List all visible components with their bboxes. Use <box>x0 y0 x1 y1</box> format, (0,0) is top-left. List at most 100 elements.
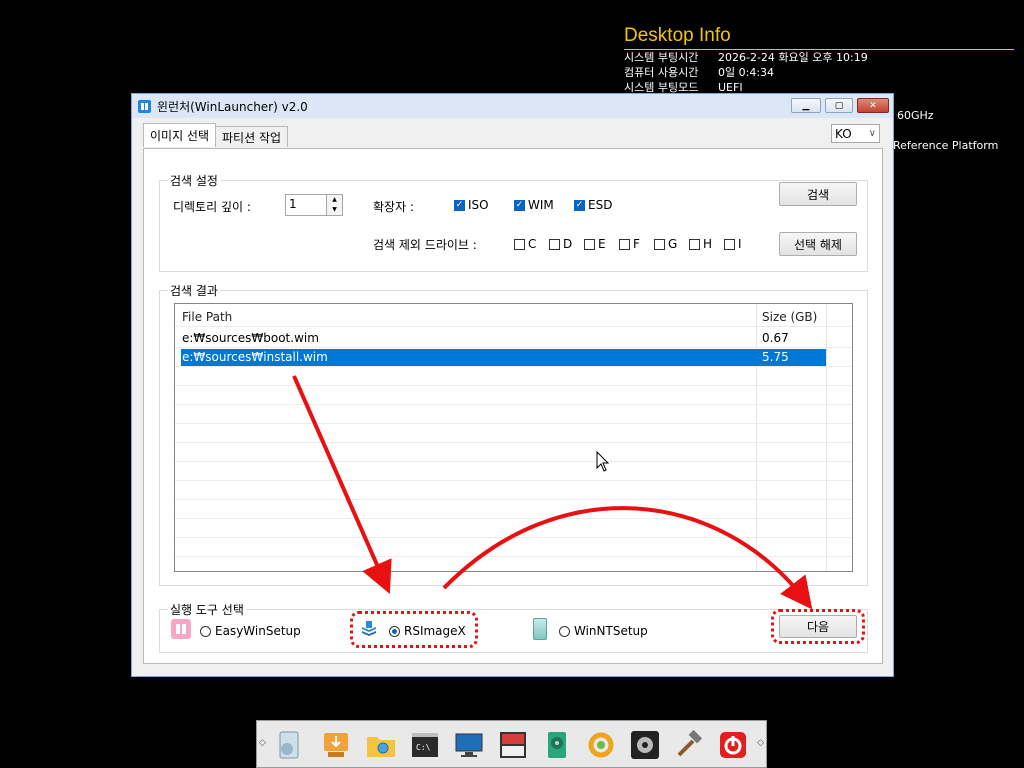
column-header-size[interactable]: Size (GB) <box>762 308 817 326</box>
monitor-icon[interactable] <box>453 729 485 761</box>
empty-row <box>175 481 852 500</box>
table-row-selected[interactable]: e:₩sources₩install.wim 5.75 <box>175 348 852 367</box>
extension-label: 확장자 : <box>373 200 414 214</box>
ext-wim-checkbox[interactable]: ✓ WIM <box>514 198 554 212</box>
checkbox-box <box>549 238 560 250</box>
empty-row <box>175 500 852 519</box>
search-button[interactable]: 검색 <box>779 182 857 206</box>
rsimagex-highlight-ring <box>350 611 478 648</box>
desktop-info-row: 컴퓨터 사용시간 0일 0:4:34 <box>624 65 1014 80</box>
desktop-info-title: Desktop Info <box>624 24 1014 50</box>
sync-icon[interactable] <box>585 729 617 761</box>
desktop-info-platform: Reference Platform <box>893 139 999 152</box>
drive-h-checkbox[interactable]: H <box>689 237 712 251</box>
checkbox-box <box>584 238 595 250</box>
taskbar-right-handle-icon[interactable]: ◇ <box>757 738 764 748</box>
file-size-cell: 0.67 <box>762 331 789 345</box>
tab-image-select[interactable]: 이미지 선택 <box>143 123 217 147</box>
run-tool-title: 실행 도구 선택 <box>168 601 246 618</box>
taskbar-left-handle-icon[interactable]: ◇ <box>259 738 266 748</box>
drive-h-label: H <box>703 237 713 251</box>
ext-esd-checkbox[interactable]: ✓ ESD <box>574 198 612 212</box>
drive-d-label: D <box>563 237 573 251</box>
close-button[interactable]: ✕ <box>857 98 889 113</box>
drive-i-label: I <box>738 237 742 251</box>
desktop-info-row: 시스템 부팅시간 2026-2-24 화요일 오후 10:19 <box>624 50 1014 65</box>
results-listview[interactable]: File Path Size (GB) e:₩sources₩boot.wim … <box>174 303 853 572</box>
checkmark-icon: ✓ <box>574 199 585 211</box>
file-path-cell: e:₩sources₩install.wim <box>182 350 328 364</box>
deselect-button[interactable]: 선택 해제 <box>779 232 857 256</box>
ext-iso-checkbox[interactable]: ✓ ISO <box>454 198 489 212</box>
empty-row <box>175 538 852 557</box>
desktop-info-panel: Desktop Info 시스템 부팅시간 2026-2-24 화요일 오후 1… <box>624 24 1014 95</box>
search-results-title: 검색 결과 <box>168 282 220 299</box>
empty-row <box>175 367 852 386</box>
radio-circle <box>559 625 570 637</box>
settings-gear-icon[interactable] <box>629 729 661 761</box>
svg-text:C:\: C:\ <box>416 743 431 752</box>
search-settings-title: 검색 설정 <box>168 172 220 189</box>
file-size-cell: 5.75 <box>762 350 789 364</box>
checkbox-box <box>724 238 735 250</box>
list-header: File Path Size (GB) <box>175 307 852 327</box>
tab-strip: 이미지 선택 파티션 작업 <box>143 123 289 147</box>
radio-circle <box>200 625 211 637</box>
window-title: 윈런처(WinLauncher) v2.0 <box>157 99 308 114</box>
drive-e-checkbox[interactable]: E <box>584 237 606 251</box>
depth-spinner[interactable]: 1 ▲ ▼ <box>285 194 343 216</box>
table-row[interactable]: e:₩sources₩boot.wim 0.67 <box>175 329 852 348</box>
empty-row <box>175 519 852 538</box>
disk-partition-icon[interactable] <box>497 729 529 761</box>
drive-d-checkbox[interactable]: D <box>549 237 572 251</box>
maximize-button[interactable]: ▢ <box>825 98 853 113</box>
winntsetup-radio[interactable]: WinNTSetup <box>559 624 648 638</box>
ext-iso-label: ISO <box>468 198 489 212</box>
checkbox-box <box>654 238 665 250</box>
drive-g-checkbox[interactable]: G <box>654 237 677 251</box>
power-icon[interactable] <box>717 729 749 761</box>
drive-e-label: E <box>598 237 606 251</box>
minimize-button[interactable]: ▁ <box>791 98 821 113</box>
launcher-taskbar: ◇ ◇ C:\ <box>256 720 767 768</box>
easywinsetup-label: EasyWinSetup <box>215 624 301 638</box>
command-prompt-icon[interactable]: C:\ <box>409 729 441 761</box>
drive-g-label: G <box>668 237 678 251</box>
checkmark-icon: ✓ <box>454 199 465 211</box>
winntsetup-label: WinNTSetup <box>574 624 648 638</box>
empty-row <box>175 443 852 462</box>
empty-row <box>175 386 852 405</box>
easywinsetup-radio[interactable]: EasyWinSetup <box>200 624 301 638</box>
desktop-info-key: 시스템 부팅시간 <box>624 51 699 64</box>
usb-installer-icon[interactable] <box>320 729 352 761</box>
search-settings-group: 검색 설정 <box>159 172 868 272</box>
spin-down-icon[interactable]: ▼ <box>326 205 342 215</box>
column-header-path[interactable]: File Path <box>182 308 232 326</box>
ext-wim-label: WIM <box>528 198 554 212</box>
next-button-highlight-ring <box>771 609 865 644</box>
tab-partition[interactable]: 파티션 작업 <box>215 126 289 147</box>
checkbox-box <box>689 238 700 250</box>
checkbox-box <box>619 238 630 250</box>
title-bar[interactable]: 윈런처(WinLauncher) v2.0 ▁ ▢ ✕ <box>132 94 893 118</box>
empty-row <box>175 424 852 443</box>
drive-c-label: C <box>528 237 537 251</box>
file-path-cell: e:₩sources₩boot.wim <box>182 331 319 345</box>
setup-disc-icon[interactable] <box>274 729 306 761</box>
tools-hammer-icon[interactable] <box>673 729 705 761</box>
drive-i-checkbox[interactable]: I <box>724 237 742 251</box>
depth-label: 디렉토리 깊이 : <box>173 200 251 214</box>
desktop-info-value: 0일 0:4:34 <box>718 66 775 79</box>
file-explorer-icon[interactable] <box>365 729 397 761</box>
depth-value: 1 <box>289 197 297 211</box>
drive-f-checkbox[interactable]: F <box>619 237 640 251</box>
desktop-info-cpu: 60GHz <box>897 109 934 122</box>
drive-f-label: F <box>633 237 640 251</box>
windows-logo-icon <box>171 619 191 639</box>
drive-c-checkbox[interactable]: C <box>514 237 536 251</box>
language-value: KO <box>835 126 852 141</box>
language-select[interactable]: KO ∨ <box>831 124 880 143</box>
hard-drive-icon[interactable] <box>541 729 573 761</box>
desktop-info-key: 컴퓨터 사용시간 <box>624 66 699 79</box>
chevron-down-icon: ∨ <box>868 128 876 139</box>
